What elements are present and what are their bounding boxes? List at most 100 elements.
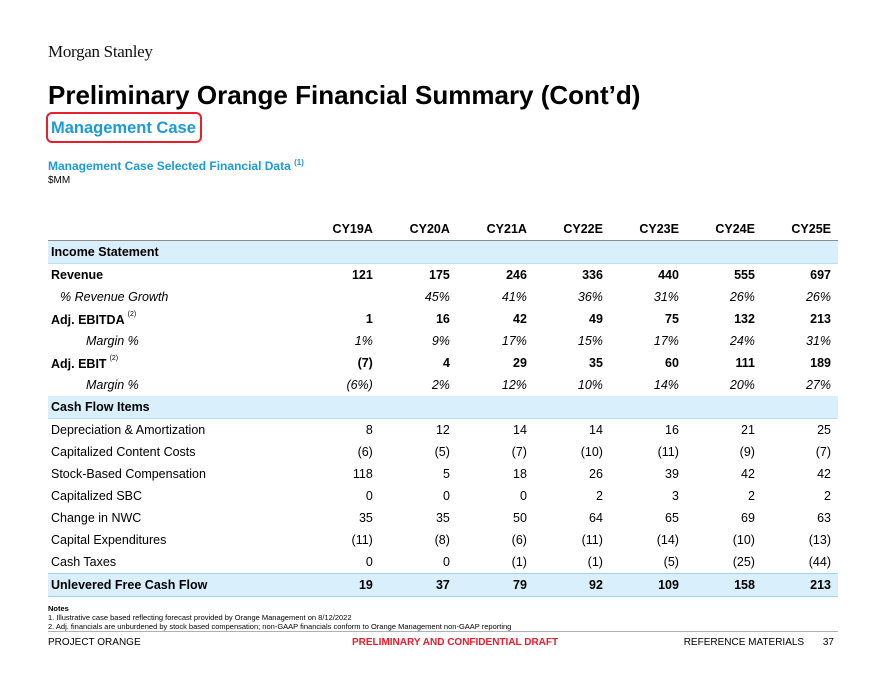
cell: 14 [589,423,603,437]
footer-confidential: PRELIMINARY AND CONFIDENTIAL DRAFT [352,637,559,648]
cell: 15% [577,334,603,348]
cell: 213 [761,573,838,597]
cell: 121 [351,268,373,282]
cell: 3 [671,489,679,503]
cell: 45% [424,290,450,304]
cell: 64 [589,511,603,525]
header-label-cell [48,218,303,241]
table-row: Change in NWC 35 35 50 64 65 69 63 [48,507,838,529]
cell: 26% [805,290,831,304]
cell: 25 [817,423,831,437]
section-title: Management Case Selected Financial Data … [48,158,304,173]
footer-divider [48,631,838,632]
cell: 4 [442,356,450,370]
section-band-cash-flow: Cash Flow Items [48,396,838,419]
cell: 75 [665,312,679,326]
table-row: Capitalized Content Costs (6) (5) (7) (1… [48,441,838,463]
row-label: Adj. EBITDA (2) [48,308,303,330]
row-label: Adj. EBIT (2) [48,352,303,374]
cell: 19 [302,573,380,597]
cell: 42 [741,467,755,481]
cell: (44) [808,555,831,569]
row-ebitda-margin: Margin % 1% 9% 17% 15% 17% 24% 31% [48,330,838,352]
financial-table: CY19A CY20A CY21A CY22E CY23E CY24E CY25… [48,218,838,597]
cell: 440 [658,268,679,282]
cell: 18 [513,467,527,481]
case-label: Management Case [46,112,202,143]
cell: 41% [501,290,527,304]
cell: 14 [513,423,527,437]
row-unlevered-fcf: Unlevered Free Cash Flow 19 37 79 92 109… [48,573,838,597]
band-label: Income Statement [48,240,838,264]
cell: (1) [511,555,527,569]
cell: 24% [729,334,755,348]
row-adj-ebitda: Adj. EBITDA (2) 1 16 42 49 75 132 213 [48,308,838,330]
cell: 2 [824,489,831,503]
cell: (11) [657,445,679,459]
cell: 12% [501,378,527,392]
cell: 42 [817,467,831,481]
notes: Notes 1. Illustrative case based reflect… [48,604,511,631]
cell: 175 [429,268,450,282]
cell: 69 [741,511,755,525]
row-label: Depreciation & Amortization [51,423,206,437]
cell: (1) [587,555,603,569]
cell: 12 [435,423,450,437]
section-title-text: Management Case Selected Financial Data [48,159,291,173]
note-item: 2. Adj. financials are unburdened by sto… [48,622,512,631]
cell: 189 [810,356,831,370]
footnote-ref: (2) [109,355,119,362]
cell: 2 [747,489,755,503]
cell: 132 [734,312,755,326]
cell: 1 [365,312,373,326]
page-title: Preliminary Orange Financial Summary (Co… [48,80,641,110]
cell: 8 [365,423,373,437]
cell: (25) [732,555,755,569]
cell: 35 [589,356,603,370]
cell: (11) [351,533,373,547]
cell: 63 [817,511,831,525]
row-label: Revenue [51,268,104,282]
row-label: Capitalized Content Costs [51,445,196,459]
cell: 49 [589,312,603,326]
row-label-text: Adj. EBITDA [51,313,125,327]
page-number: 37 [822,637,834,648]
row-ebit-margin: Margin % (6%) 2% 12% 10% 14% 20% 27% [48,374,838,396]
cell: (11) [581,533,603,547]
cell: (10) [732,533,755,547]
cell: 60 [665,356,679,370]
cell [303,286,380,308]
cell: 0 [365,555,373,569]
row-label: Capital Expenditures [51,533,167,547]
cell: (6) [357,445,373,459]
section-footnote-ref: (1) [294,158,304,167]
cell: 65 [665,511,679,525]
column-header: CY25E [761,218,838,241]
footnote-ref: (2) [127,311,137,318]
cell: 213 [810,312,831,326]
cell: 0 [442,555,450,569]
cell: 336 [582,268,603,282]
row-label: Capitalized SBC [51,489,143,503]
column-header: CY22E [533,218,610,241]
cell: 0 [442,489,450,503]
notes-heading: Notes [48,604,69,613]
cell: 10% [577,378,603,392]
cell: 26 [589,467,603,481]
cell: 14% [653,378,679,392]
row-revenue-growth: % Revenue Growth 45% 41% 36% 31% 26% 26% [48,286,838,308]
cell: 109 [609,573,686,597]
table-row: Stock-Based Compensation 118 5 18 26 39 … [48,463,838,485]
column-header: CY19A [302,218,380,241]
cell: 17% [653,334,679,348]
cell: 16 [665,423,679,437]
cell: (6%) [346,378,373,392]
row-label: Margin % [86,378,139,392]
cell: 79 [456,573,534,597]
cell: 111 [735,356,755,370]
cell: 31% [805,334,831,348]
row-label: Stock-Based Compensation [51,467,206,481]
row-adj-ebit: Adj. EBIT (2) (7) 4 29 35 60 111 189 [48,352,838,374]
cell: 20% [729,378,755,392]
table-row: Capital Expenditures (11) (8) (6) (11) (… [48,529,838,551]
